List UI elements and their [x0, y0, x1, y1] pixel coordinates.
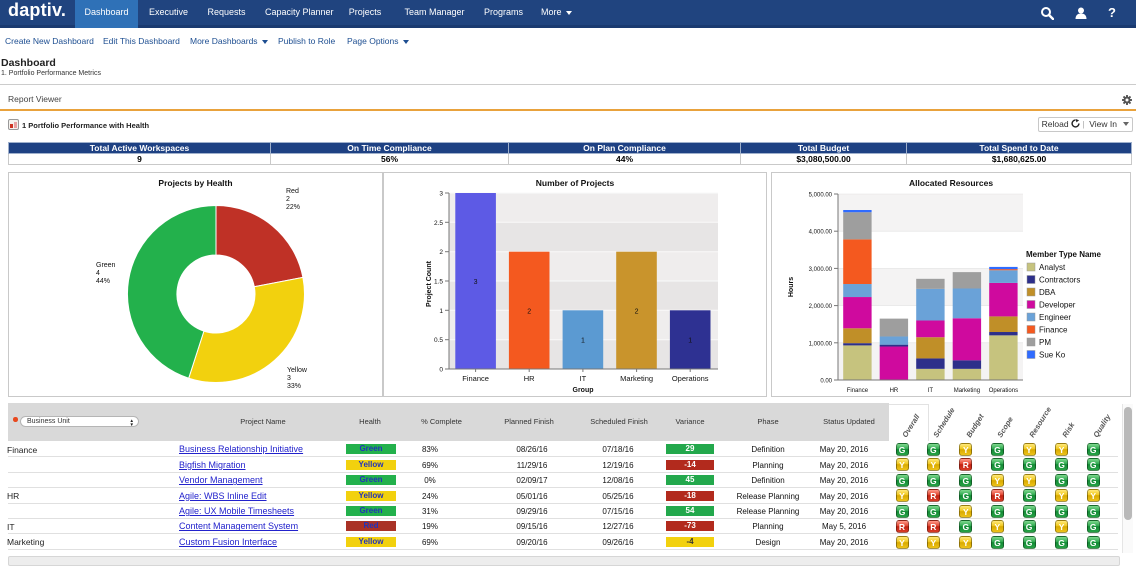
svg-text:2: 2 [439, 249, 443, 256]
svg-text:3: 3 [439, 191, 443, 198]
svg-text:2,000.00: 2,000.00 [809, 304, 833, 310]
svg-text:Red: Red [286, 188, 299, 195]
svg-text:0.5: 0.5 [434, 337, 443, 344]
svg-text:IT: IT [580, 374, 587, 383]
svg-text:4,000.00: 4,000.00 [809, 230, 833, 236]
svg-text:Yellow: Yellow [287, 367, 308, 374]
svg-text:IT: IT [928, 388, 934, 394]
svg-text:Project Count: Project Count [426, 260, 433, 307]
svg-text:5,000.00: 5,000.00 [809, 193, 833, 199]
svg-text:4: 4 [96, 270, 100, 277]
svg-text:Contractors: Contractors [1039, 276, 1080, 285]
svg-text:2: 2 [286, 196, 290, 203]
svg-text:1,000.00: 1,000.00 [809, 341, 833, 347]
svg-text:HR: HR [890, 388, 899, 394]
svg-text:1: 1 [581, 338, 585, 345]
svg-text:HR: HR [524, 374, 535, 383]
svg-text:1.5: 1.5 [434, 279, 443, 286]
svg-text:3,000.00: 3,000.00 [809, 267, 833, 273]
svg-text:Member Type Name: Member Type Name [1026, 250, 1102, 259]
svg-text:Hours: Hours [788, 277, 795, 297]
svg-text:Marketing: Marketing [954, 388, 980, 394]
svg-text:1: 1 [688, 338, 692, 345]
svg-text:Finance: Finance [847, 388, 869, 394]
svg-text:3: 3 [474, 279, 478, 286]
svg-text:Developer: Developer [1039, 301, 1076, 310]
svg-text:33%: 33% [287, 383, 301, 390]
svg-text:Sue Ko: Sue Ko [1039, 351, 1066, 360]
svg-text:PM: PM [1039, 338, 1051, 347]
svg-text:Engineer: Engineer [1039, 313, 1071, 322]
svg-text:2: 2 [635, 308, 639, 315]
svg-text:22%: 22% [286, 204, 300, 211]
svg-text:DBA: DBA [1039, 288, 1056, 297]
svg-text:3: 3 [287, 375, 291, 382]
svg-text:Marketing: Marketing [620, 374, 653, 383]
svg-text:2: 2 [527, 308, 531, 315]
svg-text:1: 1 [439, 308, 443, 315]
svg-text:0.00: 0.00 [820, 379, 832, 385]
svg-text:44%: 44% [96, 278, 110, 285]
svg-text:2.5: 2.5 [434, 220, 443, 227]
svg-text:Operations: Operations [672, 374, 709, 383]
svg-text:Analyst: Analyst [1039, 263, 1066, 272]
svg-text:Finance: Finance [462, 374, 489, 383]
svg-text:Finance: Finance [1039, 326, 1068, 335]
svg-text:Operations: Operations [989, 388, 1018, 394]
svg-text:Group: Group [573, 387, 594, 394]
svg-text:0: 0 [439, 367, 443, 374]
svg-text:Green: Green [96, 262, 116, 269]
